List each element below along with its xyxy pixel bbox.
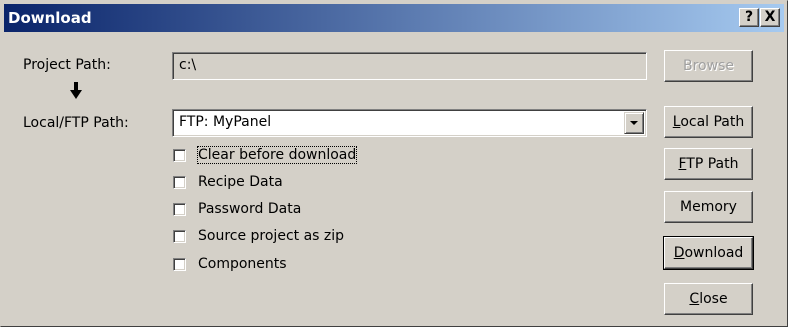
- memory-button[interactable]: Memory: [664, 191, 753, 223]
- clear-before-download-label: Clear before download: [196, 146, 358, 164]
- download-dialog: Download ? X Project Path: c:\ Local/FTP…: [0, 0, 788, 327]
- window-title: Download: [8, 9, 92, 27]
- download-button[interactable]: Download: [663, 236, 754, 270]
- components-label: Components: [198, 256, 287, 272]
- components-checkbox[interactable]: [173, 258, 186, 271]
- close-window-button[interactable]: X: [760, 8, 780, 27]
- recipe-data-checkbox[interactable]: [173, 176, 186, 189]
- clear-before-download-checkbox[interactable]: [173, 149, 186, 162]
- password-data-checkbox[interactable]: [173, 203, 186, 216]
- source-project-zip-label: Source project as zip: [198, 228, 345, 244]
- source-project-zip-checkbox[interactable]: [173, 230, 186, 243]
- password-data-label: Password Data: [198, 201, 302, 217]
- help-button[interactable]: ?: [739, 8, 759, 27]
- recipe-data-label: Recipe Data: [198, 174, 283, 190]
- local-ftp-path-combo[interactable]: FTP: MyPanel: [172, 109, 647, 137]
- title-bar[interactable]: Download ? X: [4, 4, 784, 32]
- ftp-path-label: TP Path: [686, 156, 739, 172]
- download-label: ownload: [684, 245, 744, 261]
- dropdown-arrow-button[interactable]: [624, 112, 644, 134]
- down-arrow-icon: [70, 82, 82, 99]
- local-ftp-path-value: FTP: MyPanel: [179, 114, 272, 130]
- local-path-button[interactable]: Local Path: [664, 106, 753, 138]
- browse-button[interactable]: Browse: [664, 50, 753, 82]
- local-ftp-path-label: Local/FTP Path:: [23, 115, 129, 131]
- close-button[interactable]: Close: [664, 283, 753, 315]
- local-path-label: ocal Path: [680, 114, 745, 130]
- project-path-label: Project Path:: [23, 57, 111, 73]
- download-mnemonic: D: [673, 245, 685, 261]
- ftp-path-button[interactable]: FTP Path: [664, 148, 753, 180]
- close-label: lose: [699, 291, 728, 307]
- project-path-field[interactable]: c:\: [172, 52, 647, 80]
- close-mnemonic: C: [689, 291, 700, 307]
